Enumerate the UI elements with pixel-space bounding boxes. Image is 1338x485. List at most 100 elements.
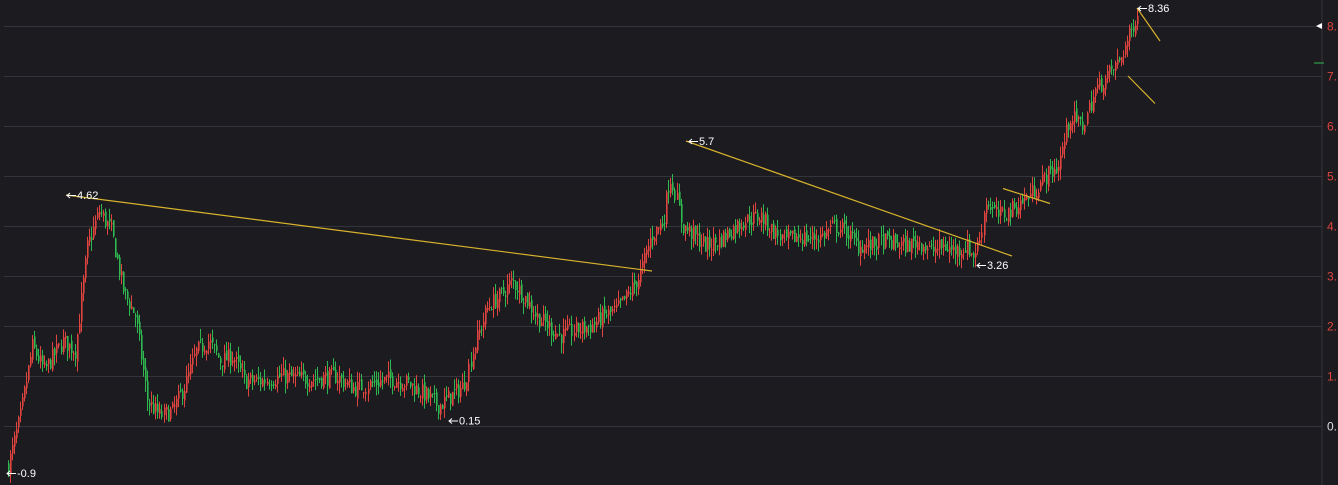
- candle-body: [868, 239, 870, 248]
- candle-body: [551, 322, 553, 336]
- candle-body: [105, 211, 107, 226]
- candle-body: [933, 246, 935, 252]
- candle-body: [157, 403, 159, 413]
- candle-body: [578, 322, 580, 333]
- candle-body: [994, 204, 996, 208]
- candle-body: [1004, 209, 1006, 218]
- candle-body: [711, 249, 713, 251]
- candle-body: [638, 279, 640, 290]
- candle-body: [123, 271, 125, 292]
- candle-body: [48, 359, 50, 364]
- candle-body: [876, 246, 878, 250]
- candle-body: [218, 353, 220, 358]
- candle-body: [295, 374, 297, 377]
- candle-body: [95, 220, 97, 229]
- candle-body: [475, 347, 477, 354]
- candle-body: [184, 391, 186, 401]
- candle: [115, 237, 117, 258]
- candle-body: [965, 249, 967, 253]
- candle-body: [341, 374, 343, 378]
- candle-body: [525, 296, 527, 303]
- candle-body: [903, 238, 905, 243]
- candle-body: [44, 363, 46, 365]
- candle-body: [866, 245, 868, 247]
- candle-body: [386, 375, 388, 377]
- candle-body: [1032, 185, 1034, 197]
- candle-body: [1062, 146, 1064, 155]
- candle-body: [571, 323, 573, 337]
- candle-body: [73, 353, 75, 355]
- candle-body: [36, 348, 38, 356]
- candle-body: [1105, 77, 1107, 90]
- candle-body: [408, 377, 410, 380]
- candle-body: [935, 248, 937, 254]
- candle-body: [466, 382, 468, 392]
- candle-body: [749, 216, 751, 225]
- candle-body: [256, 377, 258, 380]
- candle-body: [345, 383, 347, 385]
- candle-body: [981, 232, 983, 238]
- candle-body: [277, 375, 279, 384]
- candle-body: [856, 238, 858, 241]
- candle-body: [151, 402, 153, 405]
- chart-canvas[interactable]: 4.62 0.15 5.7 3.26 8.36 -0.9 8. 7. 6. 5. 4. 3. 2. 1.…: [0, 0, 1338, 485]
- candle-body: [529, 301, 531, 308]
- candle-body: [745, 223, 747, 230]
- candle-body: [658, 227, 660, 230]
- candle-body: [1052, 167, 1054, 177]
- candle-body: [309, 385, 311, 388]
- candle-body: [917, 242, 919, 251]
- candle-body: [574, 332, 576, 336]
- candle-body: [771, 223, 773, 233]
- candle-body: [1109, 66, 1111, 73]
- candle-body: [949, 247, 951, 253]
- stock-price-chart[interactable]: 4.62 0.15 5.7 3.26 8.36 -0.9 8. 7. 6. 5. 4. 3. 2. 1.…: [0, 0, 1338, 485]
- candle-body: [479, 329, 481, 333]
- candle-body: [598, 311, 600, 323]
- candle-body: [234, 360, 236, 362]
- candle-body: [735, 224, 737, 234]
- candle-body: [275, 384, 277, 388]
- candle-body: [99, 212, 101, 215]
- candle-body: [93, 226, 95, 238]
- candle-body: [604, 305, 606, 314]
- candle-body: [1074, 111, 1076, 122]
- candle-body: [592, 324, 594, 333]
- candle-body: [1123, 56, 1125, 58]
- candle-body: [547, 320, 549, 329]
- candle-body: [971, 253, 973, 255]
- candle-body: [454, 389, 456, 391]
- candle-body: [687, 227, 689, 231]
- candle-body: [545, 313, 547, 322]
- candle-body: [131, 306, 133, 309]
- candle-body: [412, 383, 414, 386]
- candle-body: [751, 222, 753, 225]
- candle-body: [878, 233, 880, 248]
- candle-body: [747, 214, 749, 222]
- candle-body: [679, 191, 681, 206]
- candle-body: [462, 382, 464, 390]
- candle-body: [489, 306, 491, 308]
- candle-body: [168, 409, 170, 422]
- candle-body: [937, 249, 939, 251]
- candle-body: [172, 403, 174, 408]
- candle-body: [691, 228, 693, 240]
- chart-background: [0, 0, 1338, 485]
- candle-body: [384, 376, 386, 381]
- candle-body: [351, 379, 353, 394]
- candle-body: [26, 382, 28, 389]
- candle-body: [394, 386, 396, 388]
- candle-body: [392, 376, 394, 387]
- candle-body: [763, 214, 765, 225]
- candle-body: [406, 375, 408, 386]
- candle-body: [1022, 198, 1024, 204]
- candle: [747, 214, 749, 223]
- candle-body: [689, 226, 691, 233]
- candle-body: [297, 372, 299, 374]
- y-tick-label: 5.: [1327, 170, 1337, 184]
- candle-body: [590, 324, 592, 333]
- candle-body: [485, 307, 487, 325]
- candle-body: [798, 234, 800, 238]
- candle-body: [652, 236, 654, 241]
- candle-body: [456, 383, 458, 389]
